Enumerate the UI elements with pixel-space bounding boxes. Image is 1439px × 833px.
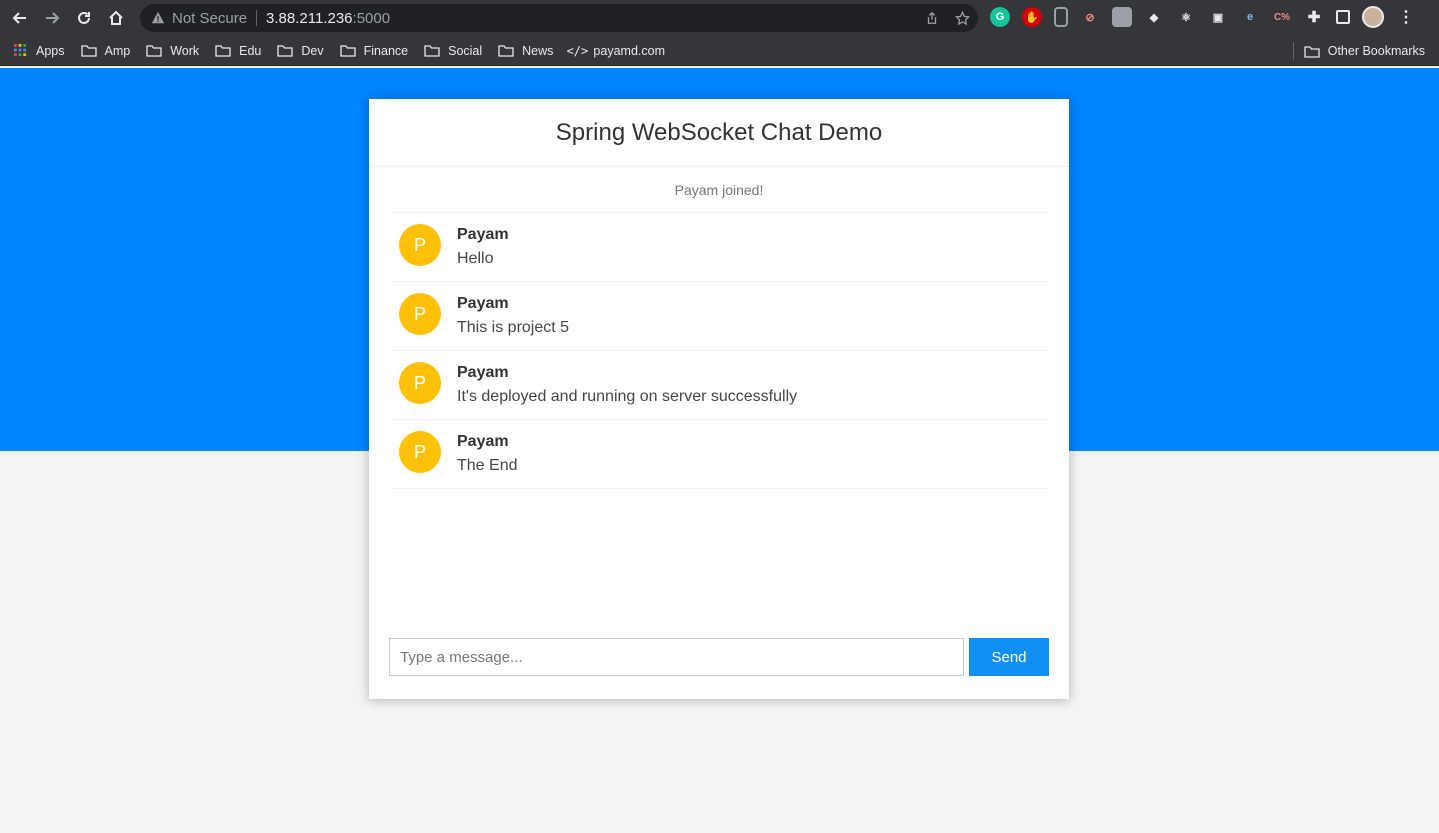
chat-message: P Payam This is project 5	[389, 282, 1049, 351]
bookmark-label: Other Bookmarks	[1327, 44, 1425, 58]
profile-ext-icon[interactable]	[1112, 7, 1132, 27]
address-bar[interactable]: Not Secure 3.88.211.236:5000	[140, 4, 978, 32]
bookmark-label: Dev	[301, 43, 324, 58]
arrow-left-icon	[12, 12, 26, 24]
bookmark-folder-news[interactable]: News	[498, 44, 553, 58]
bookmark-label: Finance	[363, 43, 409, 58]
chat-message: P Payam It's deployed and running on ser…	[389, 351, 1049, 420]
message-area: Payam joined! P Payam Hello P Payam This…	[389, 168, 1049, 489]
avatar: P	[399, 293, 441, 335]
avatar: P	[399, 431, 441, 473]
react-devtools-icon[interactable]: ⚛	[1176, 7, 1196, 27]
folder-icon	[80, 44, 97, 58]
adblock-icon[interactable]: ✋	[1022, 7, 1042, 27]
folder-icon	[424, 44, 440, 58]
bookmark-apps[interactable]: Apps	[12, 44, 65, 58]
message-sender: Payam	[457, 295, 509, 312]
bookmark-divider	[1292, 42, 1294, 60]
share-icon[interactable]	[922, 8, 942, 28]
bookmark-star-icon[interactable]	[952, 8, 972, 28]
folder-icon	[215, 44, 231, 58]
window-resizer-icon[interactable]: ▣	[1208, 7, 1228, 27]
home-button[interactable]	[100, 2, 132, 34]
bookmark-label: Edu	[239, 43, 262, 58]
message-sender: Payam	[457, 433, 509, 450]
folder-icon	[277, 44, 294, 58]
kebab-menu-icon[interactable]: ⋮	[1396, 7, 1416, 27]
message-text: This is project 5	[457, 319, 570, 336]
grammarly-icon[interactable]: G	[990, 7, 1010, 27]
message-sender: Payam	[457, 226, 509, 243]
tracker-block-icon[interactable]: ⊘	[1080, 7, 1100, 27]
chat-message: P Payam Hello	[389, 213, 1049, 282]
security-label[interactable]: Not Secure	[172, 10, 247, 27]
folder-icon	[498, 44, 514, 58]
folder-icon	[339, 44, 356, 58]
chat-message: P Payam The End	[389, 420, 1049, 489]
bookmark-folder-work[interactable]: Work	[146, 44, 199, 58]
extension-icons: G ✋ ⊘ ◆ ⚛ ▣ e C% ✚ ⋮	[990, 6, 1416, 28]
avatar: P	[399, 362, 441, 404]
profile-avatar[interactable]	[1362, 6, 1384, 28]
reload-icon	[78, 11, 90, 24]
bookmark-label: Work	[170, 43, 200, 58]
bookmark-label: Amp	[104, 43, 131, 58]
address-divider	[256, 10, 258, 26]
privacy-badger-icon[interactable]: e	[1240, 7, 1260, 27]
message-text: The End	[457, 457, 518, 474]
chat-container: Spring WebSocket Chat Demo Payam joined!…	[369, 99, 1069, 699]
back-button[interactable]	[4, 2, 36, 34]
folder-icon	[146, 44, 162, 58]
forward-button[interactable]	[36, 2, 68, 34]
message-input[interactable]	[389, 638, 964, 676]
send-button[interactable]: Send	[969, 638, 1049, 676]
colorzilla-icon[interactable]: C%	[1272, 7, 1292, 27]
bookmark-label: Social	[448, 43, 483, 58]
sidebar-icon[interactable]	[1336, 10, 1350, 24]
event-message: Payam joined!	[389, 168, 1049, 213]
bookmark-label: News	[522, 43, 554, 58]
code-icon: </>	[566, 43, 589, 58]
bookmark-folder-amp[interactable]: Amp	[80, 43, 131, 58]
reload-button[interactable]	[68, 2, 100, 34]
bookmark-other[interactable]: Other Bookmarks	[1292, 36, 1425, 66]
arrow-right-icon	[46, 12, 60, 24]
warning-icon	[150, 10, 166, 26]
bookmark-folder-social[interactable]: Social	[424, 44, 482, 58]
tag-icon[interactable]: ◆	[1144, 7, 1164, 27]
home-icon	[109, 10, 123, 25]
bookmarks-bar: Apps Amp Work Edu Dev Finance Social New…	[0, 36, 1439, 66]
folder-icon	[1304, 45, 1320, 58]
url-port: :5000	[352, 9, 391, 27]
bookmark-label: Apps	[36, 43, 65, 58]
browser-toolbar: Not Secure 3.88.211.236:5000 G ✋ ⊘ ◆ ⚛ ▣…	[0, 0, 1439, 36]
page-title: Spring WebSocket Chat Demo	[555, 118, 883, 146]
apps-grid-icon	[12, 44, 28, 58]
chat-header: Spring WebSocket Chat Demo	[369, 99, 1069, 167]
url-host: 3.88.211.236	[266, 9, 353, 27]
message-text: It's deployed and running on server succ…	[457, 388, 798, 405]
bookmark-folder-finance[interactable]: Finance	[339, 43, 409, 58]
avatar: P	[399, 224, 441, 266]
message-text: Hello	[457, 250, 494, 267]
message-form: Send	[389, 638, 1049, 676]
bookmark-payamd[interactable]: </> payamd.com	[566, 43, 665, 58]
message-sender: Payam	[457, 364, 509, 381]
bookmark-label: payamd.com	[593, 43, 665, 58]
bookmark-folder-edu[interactable]: Edu	[215, 44, 261, 58]
office-icon[interactable]	[1054, 7, 1068, 27]
bookmark-folder-dev[interactable]: Dev	[277, 43, 324, 58]
puzzle-icon[interactable]: ✚	[1304, 7, 1324, 27]
